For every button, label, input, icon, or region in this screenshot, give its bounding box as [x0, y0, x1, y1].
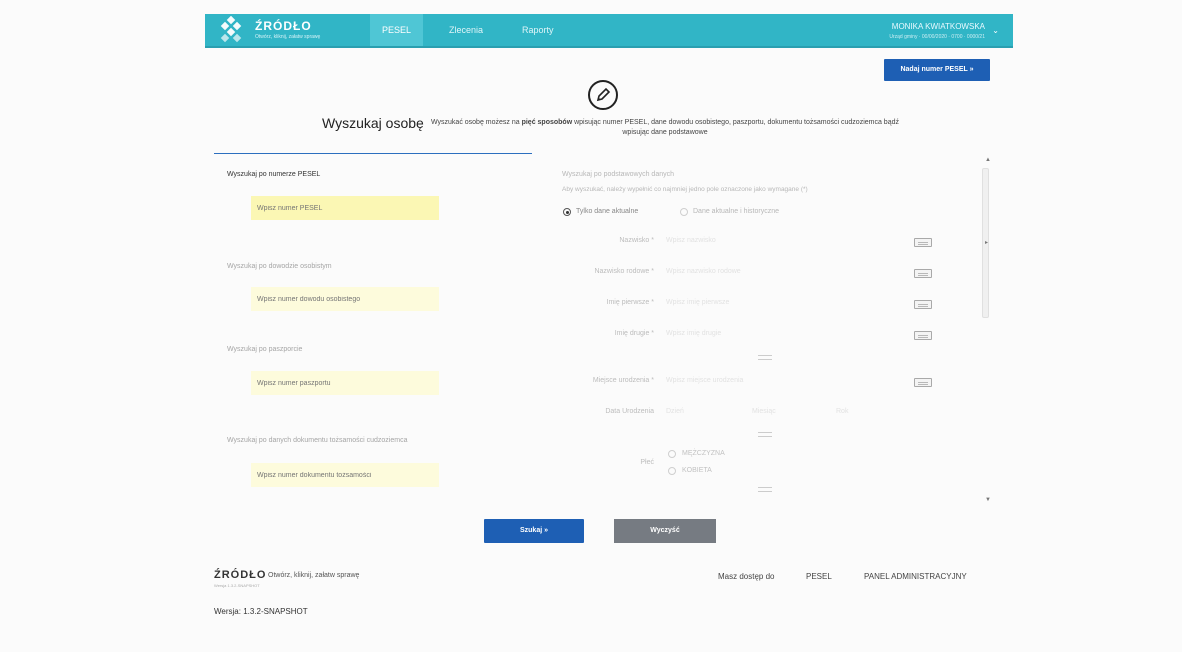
top-bar: ŹRÓDŁO Otwórz, kliknij, załatw sprawę PE… — [205, 14, 1013, 48]
field-label-first-name: Imię pierwsze * — [606, 299, 654, 306]
intro-bold: pięć sposobów — [521, 119, 573, 126]
birth-year-input[interactable]: Rok — [836, 408, 896, 420]
user-details: Urząd gminy · 00/00/2020 · 0700 · 0000/2… — [889, 34, 985, 40]
birthplace-input[interactable]: Wpisz miejsce urodzenia — [666, 377, 906, 389]
section-label-passport: Wyszukaj po paszporcie — [227, 346, 303, 353]
keyboard-icon[interactable] — [914, 269, 932, 278]
birth-month-input[interactable]: Miesiąc — [752, 408, 812, 420]
chevron-down-icon[interactable]: ⌄ — [992, 26, 999, 35]
pencil-icon — [588, 80, 618, 110]
field-label-surname: Nazwisko * — [619, 237, 654, 244]
radio-current-label: Tylko dane aktualne — [576, 208, 639, 215]
field-label-maiden-name: Nazwisko rodowe * — [594, 268, 654, 275]
radio-female[interactable] — [668, 467, 676, 475]
page-title: Wyszukaj osobę — [322, 115, 424, 131]
intro-suffix: wpisując numer PESEL, dane dowodu osobis… — [572, 119, 899, 136]
active-section-line — [214, 153, 532, 154]
drag-handle-icon[interactable] — [758, 432, 772, 437]
footer-link-pesel[interactable]: PESEL — [806, 572, 832, 581]
id-card-input[interactable] — [251, 287, 439, 311]
birth-day-input[interactable]: Dzień — [666, 408, 726, 420]
section-label-pesel: Wyszukaj po numerze PESEL — [227, 171, 321, 178]
radio-male-label: MĘŻCZYZNA — [682, 450, 725, 457]
passport-input[interactable] — [251, 371, 439, 395]
footer-small-version: Wersja 1.3.2-SNAPSHOT — [214, 583, 260, 588]
search-button[interactable]: Szukaj » — [484, 519, 584, 543]
scroll-down-icon[interactable]: ▼ — [985, 497, 991, 503]
logo-icon[interactable] — [217, 15, 245, 44]
logo-title: ŹRÓDŁO — [255, 19, 312, 33]
radio-history-data[interactable] — [680, 208, 688, 216]
footer-access-label: Masz dostęp do — [718, 572, 775, 581]
assign-pesel-button[interactable]: Nadaj numer PESEL » — [884, 59, 990, 81]
scroll-up-icon[interactable]: ▲ — [985, 157, 991, 163]
section-label-id-card: Wyszukaj po dowodzie osobistym — [227, 263, 332, 270]
field-label-birth-date: Data Urodzenia — [605, 408, 654, 415]
pesel-input[interactable] — [251, 196, 439, 220]
radio-current-data[interactable] — [563, 208, 571, 216]
intro-prefix: Wyszukać osobę możesz na — [430, 119, 522, 126]
foreigner-doc-input[interactable] — [251, 463, 439, 487]
keyboard-icon[interactable] — [914, 331, 932, 340]
surname-input[interactable]: Wpisz nazwisko — [666, 237, 906, 249]
keyboard-icon[interactable] — [914, 378, 932, 387]
app-version: Wersja: 1.3.2-SNAPSHOT — [214, 607, 308, 616]
field-label-second-name: Imię drugie * — [614, 330, 654, 337]
nav-item-zlecenia[interactable]: Zlecenia — [437, 14, 495, 46]
radio-female-label: KOBIETA — [682, 467, 712, 474]
footer-logo: ŹRÓDŁO — [214, 569, 267, 581]
section-label-foreigner-doc: Wyszukaj po danych dokumentu tożsamości … — [227, 437, 408, 444]
radio-history-label: Dane aktualne i historyczne — [693, 208, 779, 215]
radio-male[interactable] — [668, 450, 676, 458]
logo-subtitle: Otwórz, kliknij, załatw sprawę — [255, 34, 321, 40]
clear-button[interactable]: Wyczyść — [614, 519, 716, 543]
maiden-name-input[interactable]: Wpisz nazwisko rodowe — [666, 268, 906, 280]
search-intro: Wyszukać osobę możesz na pięć sposobów w… — [430, 118, 900, 138]
basic-section-title: Wyszukaj po podstawowych danych — [562, 171, 674, 178]
keyboard-icon[interactable] — [914, 238, 932, 247]
field-label-birthplace: Miejsce urodzenia * — [592, 377, 654, 384]
field-label-sex: Płeć — [640, 459, 654, 466]
nav-item-pesel[interactable]: PESEL — [370, 14, 424, 46]
second-name-input[interactable]: Wpisz imię drugie — [666, 330, 906, 342]
keyboard-icon[interactable] — [914, 300, 932, 309]
scroll-mid-icon[interactable]: ▸ — [985, 239, 988, 246]
drag-handle-icon[interactable] — [758, 355, 772, 360]
basic-section-hint: Aby wyszukać, należy wypełnić co najmnie… — [562, 186, 808, 193]
footer-link-admin-panel[interactable]: PANEL ADMINISTRACYJNY — [864, 572, 967, 581]
first-name-input[interactable]: Wpisz imię pierwsze — [666, 299, 906, 311]
user-name[interactable]: MONIKA KWIATKOWSKA — [892, 22, 985, 31]
drag-handle-icon[interactable] — [758, 487, 772, 492]
footer-tagline: Otwórz, kliknij, załatw sprawę — [268, 572, 360, 579]
nav-item-raporty[interactable]: Raporty — [510, 14, 566, 46]
